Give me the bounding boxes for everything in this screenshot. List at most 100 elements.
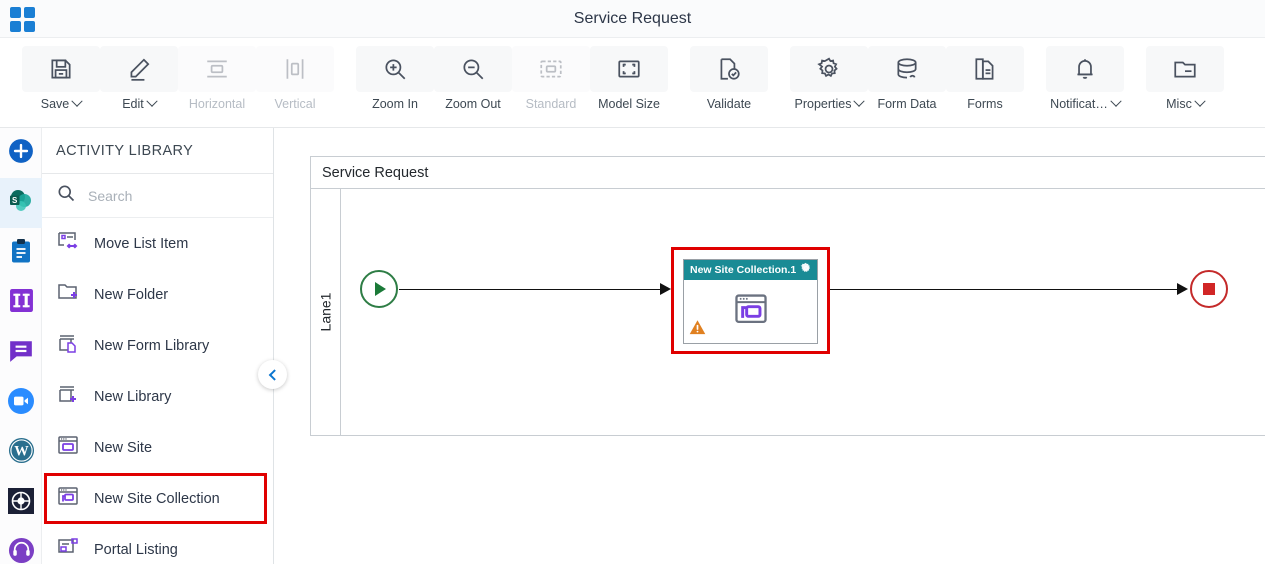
vertical-icon xyxy=(256,46,334,92)
arrowhead-icon xyxy=(1177,282,1188,295)
chevron-down-icon xyxy=(1194,95,1206,107)
list-item[interactable]: New Library xyxy=(42,371,273,422)
list-item[interactable]: New Site xyxy=(42,422,273,473)
clipboard-icon xyxy=(9,238,33,269)
rail-item-columns[interactable] xyxy=(0,278,42,328)
rail-item-target[interactable] xyxy=(0,478,42,528)
misc-button[interactable]: Misc xyxy=(1146,38,1224,111)
standard-label: Standard xyxy=(525,97,577,111)
app-icon-rail: S W xyxy=(0,128,42,564)
video-icon xyxy=(7,387,35,420)
model-size-button[interactable]: Model Size xyxy=(590,38,668,111)
headset-icon xyxy=(8,537,35,569)
properties-button[interactable]: Properties xyxy=(790,38,868,111)
plus-circle-icon xyxy=(8,138,34,169)
pencil-icon xyxy=(100,46,178,92)
rail-item-chat[interactable] xyxy=(0,328,42,378)
task-inner: New Site Collection.1 xyxy=(683,259,818,344)
zoom-in-label: Zoom In xyxy=(372,97,418,111)
chevron-down-icon xyxy=(146,95,158,107)
forms-label: Forms xyxy=(967,97,1003,111)
pool: Service Request Lane1 New Site Collectio… xyxy=(310,156,1265,436)
validate-label: Validate xyxy=(706,97,752,111)
target-icon xyxy=(7,487,35,520)
standard-button[interactable]: Standard xyxy=(512,38,590,111)
list-item-label: Portal Listing xyxy=(94,541,178,558)
zoom-out-button[interactable]: Zoom Out xyxy=(434,38,512,111)
page-title: Service Request xyxy=(573,10,692,27)
arrowhead-icon xyxy=(660,282,671,295)
rail-item-clipboard[interactable] xyxy=(0,228,42,278)
task-title-bar: New Site Collection.1 xyxy=(684,260,817,280)
rail-item-support[interactable] xyxy=(0,528,42,578)
list-item[interactable]: Portal Listing xyxy=(42,524,273,575)
list-item-new-site-collection[interactable]: New Site Collection xyxy=(44,473,267,524)
form-data-label: Form Data xyxy=(877,97,937,111)
sequence-flow-2[interactable] xyxy=(830,289,1178,290)
edit-button[interactable]: Edit xyxy=(100,38,178,111)
notifications-button[interactable]: Notificat… xyxy=(1046,38,1124,111)
list-item-label: New Library xyxy=(94,388,172,405)
validate-button[interactable]: Validate xyxy=(690,38,768,111)
list-item[interactable]: Move List Item xyxy=(42,218,273,269)
gear-icon[interactable] xyxy=(800,261,812,279)
list-item-label: New Folder xyxy=(94,286,169,303)
search-placeholder: Search xyxy=(88,187,133,204)
rail-item-zoom-video[interactable] xyxy=(0,378,42,428)
new-folder-icon xyxy=(56,280,80,309)
list-item-label: New Form Library xyxy=(94,337,210,354)
database-icon xyxy=(868,46,946,92)
forms-button[interactable]: Forms xyxy=(946,38,1024,111)
pool-body: Lane1 New Site Collection.1 xyxy=(311,189,1265,435)
zoom-in-button[interactable]: Zoom In xyxy=(356,38,434,111)
end-event[interactable] xyxy=(1190,270,1228,308)
list-item-label: New Site xyxy=(94,439,153,456)
chevron-down-icon xyxy=(1110,95,1122,107)
sharepoint-icon: S xyxy=(7,187,35,220)
sequence-flow-1[interactable] xyxy=(399,289,661,290)
move-list-item-icon xyxy=(56,229,80,258)
misc-label: Misc xyxy=(1166,97,1192,111)
activity-library-title: ACTIVITY LIBRARY xyxy=(42,128,273,174)
new-site-collection-icon xyxy=(732,293,770,332)
chevron-down-icon xyxy=(71,95,83,107)
new-site-collection-icon xyxy=(56,484,80,513)
portal-listing-icon xyxy=(56,535,80,564)
standard-icon xyxy=(512,46,590,92)
bell-icon xyxy=(1046,46,1124,92)
zoom-in-icon xyxy=(356,46,434,92)
document-icon xyxy=(946,46,1024,92)
rail-item-add[interactable] xyxy=(0,128,42,178)
list-item[interactable]: New Folder xyxy=(42,269,273,320)
chevron-left-icon xyxy=(268,368,280,381)
svg-text:S: S xyxy=(12,195,18,204)
folder-icon xyxy=(1146,46,1224,92)
pool-title: Service Request xyxy=(311,157,1265,189)
sidebar-collapse-button[interactable] xyxy=(258,360,287,389)
toolbar: Save Edit Horizontal Vertical Zoom In Zo… xyxy=(0,38,1265,128)
workflow-canvas[interactable]: Service Request Lane1 New Site Collectio… xyxy=(275,128,1265,564)
chevron-down-icon xyxy=(853,95,866,107)
search-icon xyxy=(56,183,76,208)
vertical-label: Vertical xyxy=(274,97,316,111)
activity-list: Move List Item New Folder New Form Libra… xyxy=(42,218,273,575)
validate-icon xyxy=(690,46,768,92)
task-body xyxy=(684,280,817,344)
zoom-out-label: Zoom Out xyxy=(445,97,501,111)
form-data-button[interactable]: Form Data xyxy=(868,38,946,111)
search-input[interactable]: Search xyxy=(42,174,273,218)
stop-icon xyxy=(1203,283,1215,295)
list-item-label: Move List Item xyxy=(94,235,189,252)
lane-label: Lane1 xyxy=(317,292,334,332)
rail-item-sharepoint[interactable]: S xyxy=(0,178,42,228)
task-new-site-collection[interactable]: New Site Collection.1 xyxy=(671,247,830,354)
vertical-button[interactable]: Vertical xyxy=(256,38,334,111)
properties-label: Properties xyxy=(794,97,852,111)
rail-item-wordpress[interactable]: W xyxy=(0,428,42,478)
list-item[interactable]: New Form Library xyxy=(42,320,273,371)
task-title-label: New Site Collection.1 xyxy=(690,264,797,276)
horizontal-button[interactable]: Horizontal xyxy=(178,38,256,111)
save-button[interactable]: Save xyxy=(22,38,100,111)
start-event[interactable] xyxy=(360,270,398,308)
lane-body: New Site Collection.1 xyxy=(341,189,1265,435)
